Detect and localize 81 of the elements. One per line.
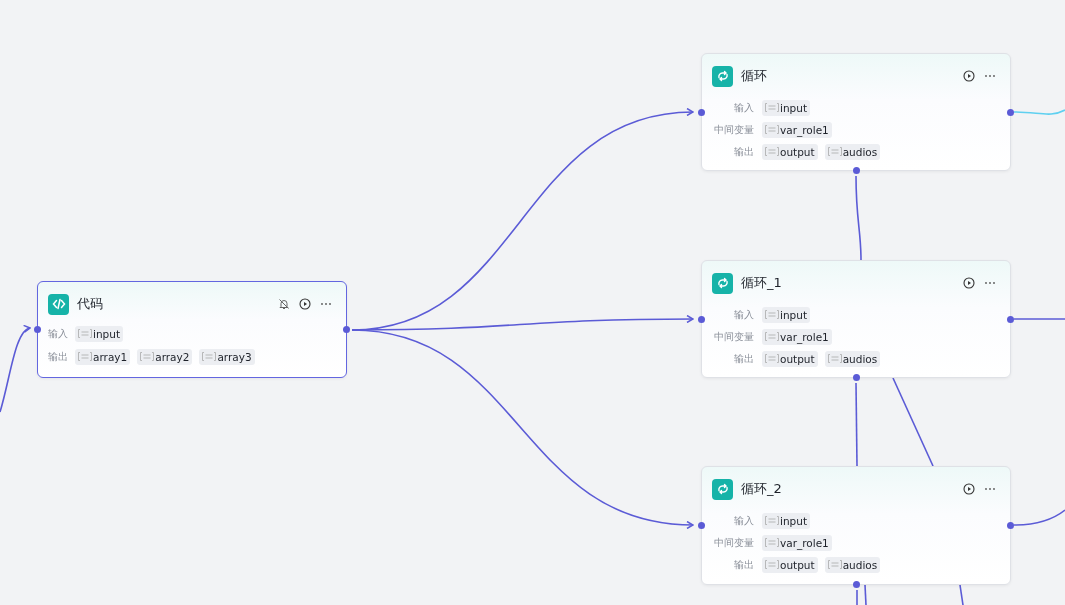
variable-name: output [780,145,815,158]
variable-name: array2 [155,350,190,363]
variable-name: input [780,308,807,321]
field-label: 中间变量 [713,535,754,550]
connector-line [1013,318,1065,320]
more-icon[interactable] [984,487,996,491]
loop-port[interactable] [853,167,860,174]
type-icon [78,352,92,361]
connector-line [1013,509,1065,526]
loop-icon [712,478,733,500]
more-icon[interactable] [984,281,996,285]
type-icon [765,560,779,569]
field-label: 输出 [733,351,754,366]
variable-name: var_role1 [780,123,829,136]
type-icon [827,354,842,363]
type-icon [78,329,92,338]
loop-icon [712,272,733,294]
connector-line [959,584,964,605]
variable-name: var_role1 [780,536,829,549]
type-icon [202,352,217,361]
field-label: 中间变量 [713,329,754,344]
node-title: 循环_2 [741,480,782,498]
variable-name: input [93,327,120,340]
field-label: 输出 [733,557,754,572]
output-port[interactable] [343,326,350,333]
field-label: 中间变量 [713,122,754,137]
loop-port[interactable] [853,581,860,588]
loop-icon [712,65,733,87]
more-icon[interactable] [984,74,996,78]
type-icon [765,332,779,341]
type-icon [765,310,779,319]
output-port[interactable] [1007,109,1014,116]
type-icon [765,354,779,363]
variable-name: var_role1 [780,330,829,343]
field-label: 输入 [733,307,754,322]
field-label: 输入 [733,513,754,528]
type-icon [140,352,155,361]
connector-line [864,584,867,605]
run-icon[interactable] [963,277,975,289]
connector-line [1013,109,1065,115]
variable-name: input [780,514,807,527]
output-port[interactable] [1007,522,1014,529]
run-icon[interactable] [299,298,311,310]
bell-off-icon[interactable] [278,298,290,310]
type-icon [765,516,779,525]
workflow-node[interactable]: 代码 输入 input 输出 array1 array2 array3 [37,281,347,378]
run-icon[interactable] [963,483,975,495]
run-icon[interactable] [963,70,975,82]
variable-name: audios [842,145,878,158]
type-icon [765,538,779,547]
loop-port[interactable] [853,374,860,381]
type-icon [827,560,842,569]
variable-name: input [780,101,807,114]
input-port[interactable] [698,522,705,529]
field-label: 输出 [48,349,69,364]
variable-name: output [780,558,815,571]
more-icon[interactable] [320,302,332,306]
node-title: 循环 [741,67,767,85]
workflow-node[interactable]: 循环 输入 input 中间变量 var_role1 输出 output audios [701,53,1011,171]
field-label: 输出 [733,144,754,159]
field-label: 输入 [733,100,754,115]
code-icon [48,293,69,315]
variable-name: array3 [217,350,252,363]
input-port[interactable] [698,109,705,116]
node-title: 代码 [77,295,103,313]
type-icon [765,147,779,156]
node-title: 循环_1 [741,274,782,292]
workflow-node[interactable]: 循环_1 输入 input 中间变量 var_role1 输出 output audios [701,260,1011,378]
variable-name: audios [842,558,878,571]
type-icon [827,147,842,156]
field-label: 输入 [48,326,69,341]
workflow-node[interactable]: 循环_2 输入 input 中间变量 var_role1 输出 output audios [701,466,1011,585]
variable-name: audios [842,352,878,365]
type-icon [765,103,779,112]
connector-line [856,589,858,605]
variable-name: output [780,352,815,365]
input-port[interactable] [34,326,41,333]
input-port[interactable] [698,316,705,323]
output-port[interactable] [1007,316,1014,323]
type-icon [765,125,779,134]
variable-name: array1 [93,350,128,363]
